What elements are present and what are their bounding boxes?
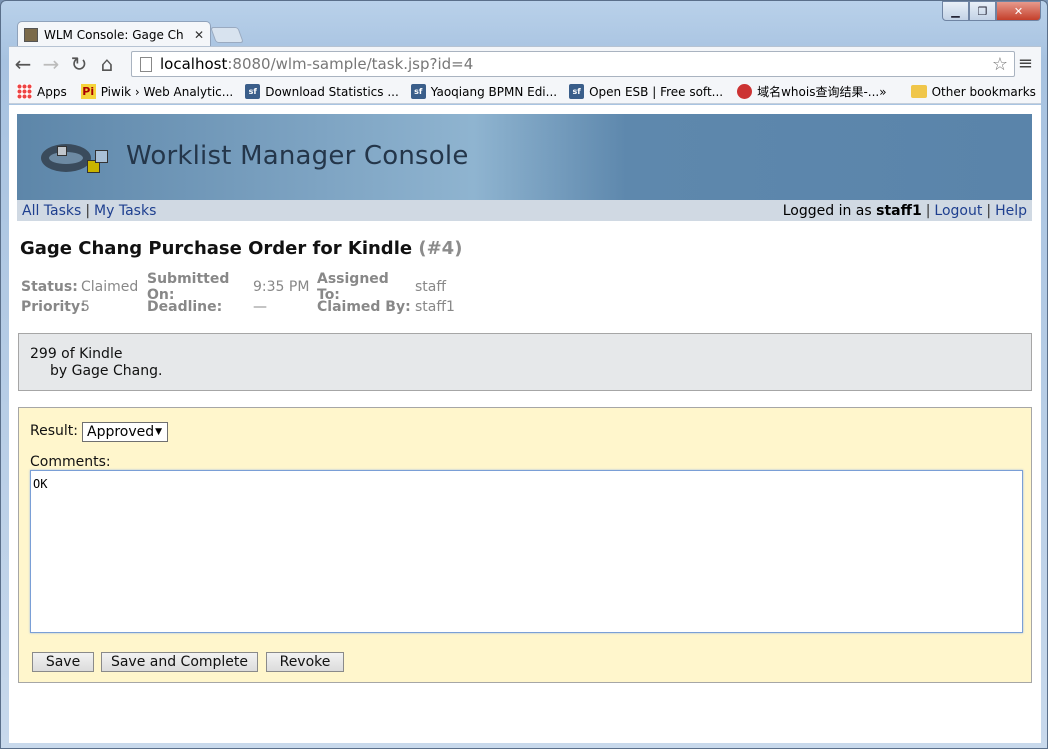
favicon-icon	[24, 27, 38, 42]
bookmark-piwik[interactable]: Pi Piwik › Web Analytic...	[80, 84, 234, 99]
comments-textarea[interactable]: OK	[30, 470, 1023, 633]
save-and-complete-button[interactable]: Save and Complete	[101, 652, 258, 672]
bookmark-label: Yaoqiang BPMN Edi...	[430, 84, 558, 99]
bookmark-openesb[interactable]: sf Open ESB | Free soft...	[569, 84, 723, 99]
piwik-icon: Pi	[80, 84, 96, 99]
all-tasks-link[interactable]: All Tasks	[22, 203, 81, 219]
bookmark-whois[interactable]: 域名whois查询结果-...	[737, 83, 879, 100]
claimed-value: staff1	[415, 299, 455, 315]
wlm-logo-icon	[41, 136, 108, 180]
nav-separator: |	[986, 202, 992, 219]
back-icon[interactable]: ←	[9, 50, 37, 78]
bookmarks-overflow-button[interactable]: »	[879, 85, 886, 99]
status-label: Status:	[21, 279, 78, 295]
page-viewport: Worklist Manager Console All Tasks | My …	[9, 105, 1041, 743]
page-icon	[140, 56, 152, 72]
nav-separator: |	[85, 202, 91, 219]
description-line: by Gage Chang.	[50, 363, 163, 379]
banner-title: Worklist Manager Console	[126, 141, 469, 171]
new-tab-button[interactable]	[210, 27, 244, 43]
assigned-value: staff	[415, 279, 447, 295]
maximize-button[interactable]: ❐	[969, 1, 996, 21]
bookmark-apps[interactable]: Apps	[17, 84, 67, 99]
username: staff1	[876, 202, 922, 219]
task-title-text: Gage Chang Purchase Order for Kindle	[20, 238, 413, 259]
bookmark-download-stats[interactable]: sf Download Statistics ...	[245, 84, 399, 99]
task-meta: Status: Claimed Submitted On: 9:35 PM As…	[21, 271, 455, 317]
address-bar[interactable]: localhost:8080/wlm-sample/task.jsp?id=4 …	[131, 51, 1015, 77]
apps-icon	[17, 84, 32, 99]
close-window-button[interactable]: ✕	[996, 1, 1041, 21]
dropdown-arrow-icon: ▼	[155, 427, 162, 437]
url-host: localhost	[160, 55, 228, 73]
url-path: :8080/wlm-sample/task.jsp?id=4	[227, 55, 474, 73]
tab-title: WLM Console: Gage Chan	[44, 27, 184, 42]
browser-window: WLM Console: Gage Chan ✕ ▁ ❐ ✕ ← → ↻ ⌂ l…	[0, 0, 1048, 749]
app-navbar: All Tasks | My Tasks Logged in as staff1…	[17, 200, 1032, 221]
logged-in-text: Logged in as	[782, 202, 872, 219]
app-banner: Worklist Manager Console	[17, 114, 1032, 200]
bookmark-label: Download Statistics ...	[265, 84, 399, 99]
other-bookmarks-label: Other bookmarks	[931, 84, 1036, 99]
browser-toolbar: ← → ↻ ⌂ localhost:8080/wlm-sample/task.j…	[9, 46, 1041, 80]
bookmark-label: 域名whois查询结果-...	[757, 85, 880, 99]
other-bookmarks[interactable]: Other bookmarks	[910, 84, 1036, 99]
deadline-label: Deadline:	[147, 299, 223, 315]
result-select[interactable]: Approved ▼	[82, 422, 168, 442]
bookmark-star-icon[interactable]: ☆	[992, 54, 1008, 75]
home-icon[interactable]: ⌂	[93, 50, 121, 78]
submitted-value: 9:35 PM	[253, 279, 310, 295]
task-form: Result: Approved ▼ Comments: OK Save Sav…	[18, 407, 1032, 683]
task-description: 299 of Kindle by Gage Chang.	[18, 333, 1032, 391]
bookmarks-bar: Apps Pi Piwik › Web Analytic... sf Downloa…	[9, 80, 1041, 104]
description-line: 299 of Kindle	[30, 346, 123, 362]
logout-link[interactable]: Logout	[934, 203, 982, 219]
window-controls: ▁ ❐ ✕	[942, 1, 1041, 21]
tab-close-icon[interactable]: ✕	[194, 28, 204, 42]
nav-separator: |	[925, 202, 931, 219]
bookmark-label: Piwik › Web Analytic...	[100, 84, 234, 99]
sourceforge-icon: sf	[569, 84, 585, 99]
bookmark-label: Apps	[37, 84, 67, 99]
folder-icon	[910, 85, 927, 98]
deadline-value: —	[253, 299, 267, 315]
task-number: (#4)	[418, 238, 463, 259]
browser-tab[interactable]: WLM Console: Gage Chan ✕	[17, 21, 211, 47]
whois-icon	[737, 84, 753, 99]
save-button[interactable]: Save	[32, 652, 94, 672]
reload-icon[interactable]: ↻	[65, 50, 93, 78]
forward-icon[interactable]: →	[37, 50, 65, 78]
claimed-label: Claimed By:	[317, 299, 411, 315]
help-link[interactable]: Help	[995, 203, 1027, 219]
bookmark-label: Open ESB | Free soft...	[589, 84, 724, 99]
priority-value: 5	[81, 299, 90, 315]
sourceforge-icon: sf	[410, 84, 426, 99]
revoke-button[interactable]: Revoke	[266, 652, 344, 672]
sourceforge-icon: sf	[245, 84, 261, 99]
result-label: Result:	[30, 423, 78, 439]
status-value: Claimed	[81, 279, 139, 295]
bookmark-yaoqiang[interactable]: sf Yaoqiang BPMN Edi...	[410, 84, 558, 99]
comments-label: Comments:	[30, 454, 111, 470]
minimize-button[interactable]: ▁	[942, 1, 969, 21]
task-title: Gage Chang Purchase Order for Kindle (#4…	[20, 238, 462, 259]
result-selected-value: Approved	[87, 424, 155, 440]
my-tasks-link[interactable]: My Tasks	[94, 203, 156, 219]
menu-icon[interactable]: ≡	[1018, 53, 1033, 74]
priority-label: Priority:	[21, 299, 86, 315]
